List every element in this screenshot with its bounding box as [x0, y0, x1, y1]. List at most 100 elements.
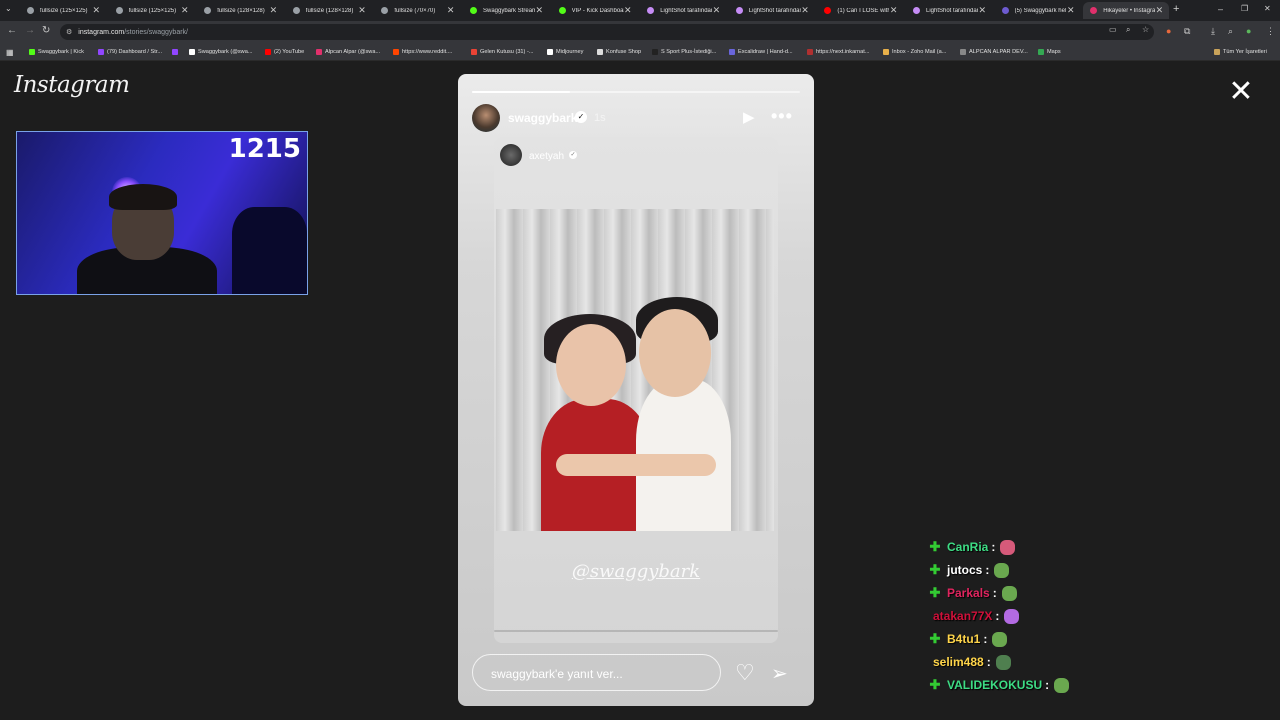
bookmark-item[interactable]: Midjourney	[547, 47, 583, 57]
other-bookmarks[interactable]: Tüm Yer İşaretleri	[1214, 47, 1267, 57]
browser-tab[interactable]: fullsize (125×125) ✕	[109, 2, 195, 19]
tab-search-icon[interactable]: ⌄	[5, 4, 12, 13]
chat-separator: :	[983, 632, 988, 646]
tab-title: (5) Swaggybark hel	[1014, 7, 1067, 14]
tab-search-panel-icon[interactable]: ⌕	[1228, 26, 1233, 37]
tab-favicon-icon	[913, 7, 920, 14]
verified-badge-icon: ✓	[575, 111, 587, 123]
bookmark-item[interactable]: Alpcan Alpar (@swa...	[316, 47, 380, 57]
tab-favicon-icon	[381, 7, 389, 14]
reload-icon[interactable]: ↻	[42, 25, 50, 36]
tab-title: LightShot tarafından	[926, 7, 978, 14]
tab-title: LightShot tarafından	[748, 7, 801, 14]
bookmark-item[interactable]: Maps	[1038, 47, 1061, 57]
mention-sticker[interactable]: @swaggybark	[494, 561, 778, 582]
browser-tab-strip: ⌄ fullsize (125×125) ✕ fullsize (125×125) ✕…	[0, 0, 1280, 21]
bookmark-item[interactable]: https://next.inkarnat...	[807, 47, 869, 57]
browser-tab[interactable]: fullsize (128×128) ✕	[286, 2, 372, 19]
bookmark-item[interactable]: Konfuse Shop	[597, 47, 641, 57]
bookmark-item[interactable]: Gelen Kutusu (31) -...	[471, 47, 533, 57]
bookmark-star-icon[interactable]: ☆	[1142, 25, 1149, 34]
bookmark-favicon-icon	[172, 49, 178, 55]
zoom-icon[interactable]: ⌕	[1126, 25, 1130, 35]
heart-icon[interactable]: ♡	[735, 660, 755, 686]
apps-grid-icon[interactable]: ▦	[6, 47, 14, 57]
browser-tab[interactable]: LightShot tarafından ✕	[640, 2, 726, 19]
play-icon[interactable]: ▶	[743, 108, 755, 126]
new-tab-button[interactable]: +	[1173, 3, 1179, 15]
browser-tab[interactable]: Swaggybark Stream ✕	[463, 2, 549, 19]
menu-kebab-icon[interactable]: ⋮	[1266, 26, 1275, 37]
browser-tab[interactable]: fullsize (70×70) ✕	[374, 2, 460, 19]
bookmark-item[interactable]: Excalidraw | Hand-d...	[729, 47, 793, 57]
tab-favicon-icon	[1001, 7, 1009, 14]
chat-message: selim488:	[933, 652, 1011, 672]
bookmark-item[interactable]: ALPCAN ALPAR DEV...	[960, 47, 1028, 57]
chat-username: jutocs	[947, 563, 983, 577]
tab-close-icon[interactable]: ✕	[1156, 5, 1164, 16]
forward-arrow-icon[interactable]: →	[25, 25, 35, 36]
bookmark-item[interactable]	[172, 47, 181, 57]
shared-post-username[interactable]: axetyah	[529, 151, 564, 162]
tab-close-icon[interactable]: ✕	[447, 5, 455, 16]
browser-tab[interactable]: (5) Swaggybark hel ✕	[995, 2, 1081, 19]
tab-favicon-icon	[204, 7, 212, 14]
tab-close-icon[interactable]: ✕	[181, 5, 189, 16]
tab-close-icon[interactable]: ✕	[92, 5, 100, 16]
bookmark-item[interactable]: (2) YouTube	[265, 47, 304, 57]
browser-tab[interactable]: VIP - Kick Dashboard ✕	[552, 2, 638, 19]
send-icon[interactable]: ➢	[771, 661, 788, 686]
story-avatar[interactable]	[472, 104, 500, 132]
restore-button[interactable]: ❐	[1241, 4, 1248, 13]
cast-icon[interactable]: ▭	[1109, 25, 1117, 34]
browser-tab[interactable]: fullsize (125×125) ✕	[20, 2, 106, 19]
more-options-icon[interactable]: •••	[771, 106, 793, 127]
back-arrow-icon[interactable]: ←	[7, 25, 17, 36]
browser-tab[interactable]: LightShot tarafından ✕	[906, 2, 992, 19]
tab-close-icon[interactable]: ✕	[1067, 5, 1075, 16]
tab-close-icon[interactable]: ✕	[624, 5, 632, 16]
tab-close-icon[interactable]: ✕	[713, 5, 721, 16]
bookmark-item[interactable]: https://www.reddit....	[393, 47, 452, 57]
extensions-puzzle-icon[interactable]: ⧉	[1184, 26, 1190, 37]
bookmark-favicon-icon	[547, 49, 553, 55]
bookmark-item[interactable]: Swaggybark | Kick	[29, 47, 84, 57]
bookmark-item[interactable]: S Sport Plus-İstediği...	[652, 47, 716, 57]
chat-username: selim488	[933, 655, 984, 669]
shared-post-card[interactable]: axetyah ✓ @swaggybark	[494, 137, 778, 643]
story-viewer[interactable]: swaggybark ✓ 1s ▶ ••• axetyah ✓ @swaggyb…	[458, 74, 814, 706]
url-path: /stories/swaggybark/	[124, 28, 188, 36]
instagram-logo[interactable]: Instagram	[14, 72, 130, 98]
bookmark-label: Alpcan Alpar (@swa...	[325, 49, 381, 55]
tab-close-icon[interactable]: ✕	[358, 5, 366, 16]
download-icon[interactable]: ⤓	[1211, 26, 1215, 37]
close-story-icon[interactable]: ✕	[1226, 77, 1256, 107]
tab-close-icon[interactable]: ✕	[270, 5, 278, 16]
tab-close-icon[interactable]: ✕	[978, 5, 986, 16]
browser-tab[interactable]: fullsize (128×128) ✕	[197, 2, 283, 19]
bookmark-label: Swaggybark | Kick	[38, 49, 84, 55]
site-info-icon[interactable]: ⚙	[66, 28, 72, 36]
bookmark-favicon-icon	[1038, 49, 1044, 55]
shared-post-avatar[interactable]	[500, 144, 522, 166]
bookmark-item[interactable]: (79) Dashboard / Str...	[98, 47, 162, 57]
tab-close-icon[interactable]: ✕	[535, 5, 543, 16]
story-username[interactable]: swaggybark	[508, 111, 577, 125]
browser-tab[interactable]: LightShot tarafından ✕	[729, 2, 815, 19]
reply-input[interactable]: swaggybark'e yanıt ver...	[472, 654, 721, 691]
browser-tab[interactable]: Hikayeler • Instagram ✕	[1083, 2, 1170, 19]
bookmark-item[interactable]: Inbox - Zoho Mail (a...	[883, 47, 946, 57]
profile-avatar[interactable]: ●	[1246, 26, 1251, 36]
bookmark-favicon-icon	[265, 49, 271, 55]
extension-icon[interactable]: ●	[1166, 26, 1171, 36]
minimize-button[interactable]: –	[1218, 4, 1223, 14]
chat-emote-icon	[994, 562, 1010, 578]
bookmark-label: S Sport Plus-İstediği...	[661, 49, 717, 55]
tab-close-icon[interactable]: ✕	[801, 5, 809, 16]
tab-close-icon[interactable]: ✕	[890, 5, 898, 16]
browser-tab[interactable]: (1) Can I LOSE with ✕	[817, 2, 903, 19]
bookmark-item[interactable]: Swaggybark (@swa...	[189, 47, 253, 57]
address-bar[interactable]: ⚙ instagram.com/stories/swaggybark/ ▭ ⌕ …	[60, 24, 1154, 40]
chat-username: B4tu1	[947, 632, 981, 646]
window-close-button[interactable]: ✕	[1264, 4, 1271, 13]
